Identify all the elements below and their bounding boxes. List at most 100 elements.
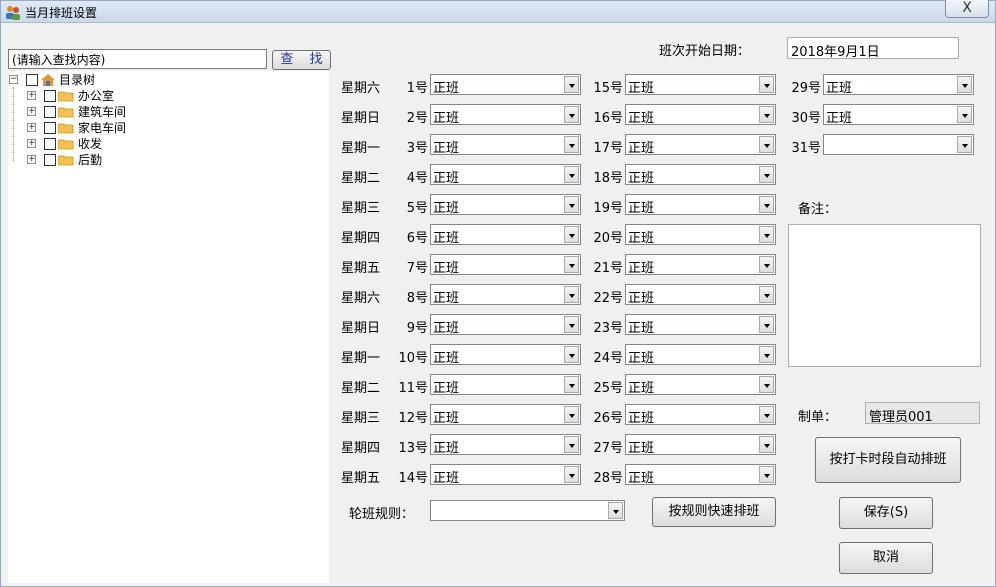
tree-root[interactable]: − 目录树 (8, 72, 158, 88)
chevron-down-icon[interactable] (564, 106, 579, 123)
day-shift-select[interactable]: 正班 (625, 374, 776, 396)
chevron-down-icon[interactable] (957, 136, 972, 153)
day-shift-select[interactable]: 正班 (430, 254, 581, 276)
chevron-down-icon[interactable] (564, 376, 579, 393)
chevron-down-icon[interactable] (564, 196, 579, 213)
chevron-down-icon[interactable] (759, 256, 774, 273)
auto-schedule-button[interactable]: 按打卡时段自动排班 (815, 437, 961, 483)
note-textarea[interactable] (788, 224, 981, 367)
quick-schedule-button[interactable]: 按规则快速排班 (652, 497, 776, 527)
day-shift-select[interactable]: 正班 (430, 464, 581, 486)
chevron-down-icon[interactable] (608, 502, 623, 519)
rule-select[interactable] (430, 500, 625, 521)
tree-item-checkbox[interactable] (44, 106, 56, 118)
chevron-down-icon[interactable] (759, 166, 774, 183)
day-shift-value: 正班 (433, 111, 460, 126)
close-button[interactable]: X (945, 0, 989, 18)
chevron-down-icon[interactable] (759, 136, 774, 153)
day-shift-select[interactable]: 正班 (625, 134, 776, 156)
search-button[interactable]: 查 找 (272, 50, 331, 70)
tree-root-label: 目录树 (59, 73, 96, 87)
chevron-down-icon[interactable] (957, 106, 972, 123)
chevron-down-icon[interactable] (759, 76, 774, 93)
tree-item-label: 办公室 (78, 89, 115, 103)
start-date-field[interactable]: 2018年9月1日 (787, 37, 959, 60)
day-shift-select[interactable]: 正班 (430, 74, 581, 96)
title-bar: 当月排班设置 X (1, 0, 995, 23)
chevron-down-icon[interactable] (957, 76, 972, 93)
day-shift-select[interactable]: 正班 (625, 194, 776, 216)
day-shift-select[interactable]: 正班 (430, 134, 581, 156)
tree-item-checkbox[interactable] (44, 90, 56, 102)
expand-icon[interactable]: + (27, 139, 36, 148)
chevron-down-icon[interactable] (759, 226, 774, 243)
day-shift-select[interactable]: 正班 (823, 104, 974, 126)
expand-icon[interactable]: + (27, 91, 36, 100)
chevron-down-icon[interactable] (759, 376, 774, 393)
day-shift-select[interactable]: 正班 (430, 104, 581, 126)
tree-item-checkbox[interactable] (44, 154, 56, 166)
cancel-button[interactable]: 取消 (839, 542, 933, 574)
chevron-down-icon[interactable] (564, 406, 579, 423)
tree-root-checkbox[interactable] (26, 74, 38, 86)
day-shift-select[interactable]: 正班 (430, 374, 581, 396)
expand-icon[interactable]: + (27, 107, 36, 116)
chevron-down-icon[interactable] (564, 286, 579, 303)
day-shift-select[interactable]: 正班 (625, 434, 776, 456)
chevron-down-icon[interactable] (759, 286, 774, 303)
tree-item-checkbox[interactable] (44, 122, 56, 134)
day-shift-select[interactable]: 正班 (625, 104, 776, 126)
day-shift-select[interactable]: 正班 (625, 344, 776, 366)
chevron-down-icon[interactable] (564, 466, 579, 483)
day-shift-select[interactable]: 正班 (430, 284, 581, 306)
day-shift-select[interactable]: 正班 (430, 344, 581, 366)
tree-item[interactable]: + 建筑车间 (8, 104, 158, 120)
chevron-down-icon[interactable] (564, 76, 579, 93)
day-shift-value: 正班 (628, 351, 655, 366)
search-input[interactable] (8, 49, 267, 69)
chevron-down-icon[interactable] (564, 436, 579, 453)
chevron-down-icon[interactable] (564, 316, 579, 333)
expand-icon[interactable]: + (27, 123, 36, 132)
tree-item[interactable]: + 家电车间 (8, 120, 158, 136)
day-shift-select[interactable]: 正班 (430, 314, 581, 336)
chevron-down-icon[interactable] (564, 346, 579, 363)
chevron-down-icon[interactable] (759, 106, 774, 123)
day-shift-select[interactable]: 正班 (625, 74, 776, 96)
tree-item-checkbox[interactable] (44, 138, 56, 150)
chevron-down-icon[interactable] (759, 346, 774, 363)
save-button[interactable]: 保存(S) (839, 497, 933, 529)
day-shift-select[interactable]: 正班 (625, 314, 776, 336)
tree-item-label: 收发 (78, 137, 103, 151)
day-shift-select[interactable]: 正班 (430, 434, 581, 456)
expand-icon[interactable]: + (27, 155, 36, 164)
day-shift-select[interactable]: 正班 (625, 164, 776, 186)
day-shift-select[interactable]: 正班 (625, 224, 776, 246)
day-shift-select[interactable]: 正班 (430, 224, 581, 246)
chevron-down-icon[interactable] (564, 166, 579, 183)
chevron-down-icon[interactable] (759, 466, 774, 483)
day-shift-select[interactable]: 正班 (625, 464, 776, 486)
day-shift-select[interactable]: 正班 (625, 404, 776, 426)
maker-field: 管理员001 (865, 402, 980, 425)
chevron-down-icon[interactable] (564, 226, 579, 243)
chevron-down-icon[interactable] (759, 196, 774, 213)
chevron-down-icon[interactable] (759, 316, 774, 333)
day-shift-select[interactable] (823, 134, 974, 155)
chevron-down-icon[interactable] (564, 136, 579, 153)
chevron-down-icon[interactable] (759, 436, 774, 453)
day-shift-select[interactable]: 正班 (430, 194, 581, 216)
day-shift-select[interactable]: 正班 (823, 74, 974, 96)
day-label: 3号 (406, 141, 428, 156)
tree-item[interactable]: + 收发 (8, 136, 158, 152)
day-label: 24号 (593, 351, 623, 366)
tree-item[interactable]: + 办公室 (8, 88, 158, 104)
chevron-down-icon[interactable] (564, 256, 579, 273)
tree-item[interactable]: + 后勤 (8, 152, 158, 168)
day-shift-select[interactable]: 正班 (430, 164, 581, 186)
chevron-down-icon[interactable] (759, 406, 774, 423)
day-shift-select[interactable]: 正班 (625, 254, 776, 276)
day-shift-select[interactable]: 正班 (430, 404, 581, 426)
day-shift-select[interactable]: 正班 (625, 284, 776, 306)
collapse-icon[interactable]: − (9, 75, 18, 84)
